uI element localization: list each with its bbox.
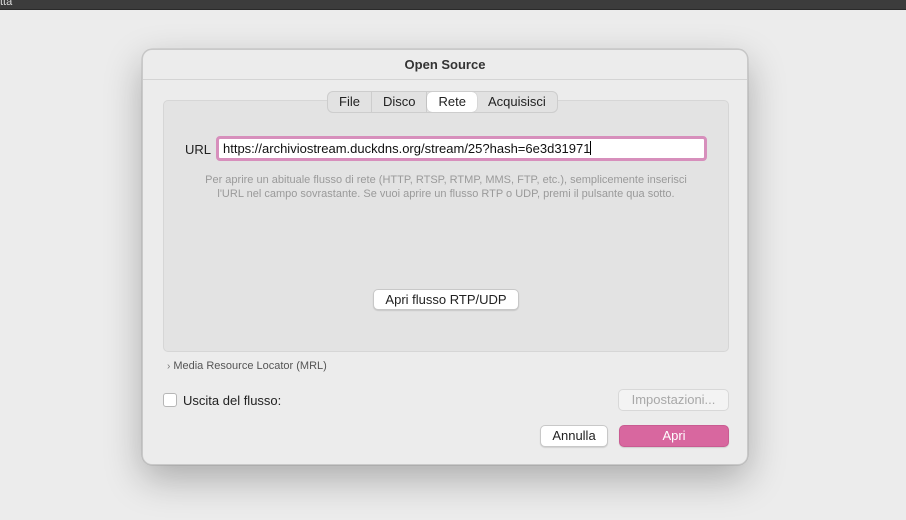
tab-rete[interactable]: Rete [427,92,477,112]
tab-acquisisci[interactable]: Acquisisci [477,92,557,112]
open-source-dialog: Open Source File Disco Rete Acquisisci U… [142,49,748,465]
cancel-button[interactable]: Annulla [540,425,608,447]
settings-button[interactable]: Impostazioni... [618,389,729,411]
help-line-1: Per aprire un abituale flusso di rete (H… [205,174,687,186]
network-help-text: Per aprire un abituale flusso di rete (H… [183,173,709,201]
source-tabs: File Disco Rete Acquisisci [327,91,558,113]
menu-bar-app-name[interactable]: tta [0,0,12,8]
dialog-title: Open Source [143,50,747,80]
open-rtp-udp-button[interactable]: Apri flusso RTP/UDP [373,289,519,310]
tab-file[interactable]: File [328,92,372,112]
mrl-disclosure[interactable]: › Media Resource Locator (MRL) [167,360,327,372]
menu-bar: tta [0,0,906,10]
tab-disco[interactable]: Disco [372,92,428,112]
chevron-right-icon: › [167,360,171,372]
help-line-2: l'URL nel campo sovrastante. Se vuoi apr… [217,188,675,200]
stream-output-label: Uscita del flusso: [183,393,282,408]
url-input-value: https://archiviostream.duckdns.org/strea… [223,141,591,156]
url-label: URL [185,142,212,157]
mrl-label: Media Resource Locator (MRL) [173,360,327,372]
url-input[interactable]: https://archiviostream.duckdns.org/strea… [216,136,707,161]
text-caret [590,141,592,155]
stream-output-checkbox[interactable] [163,393,177,407]
open-button[interactable]: Apri [619,425,729,447]
